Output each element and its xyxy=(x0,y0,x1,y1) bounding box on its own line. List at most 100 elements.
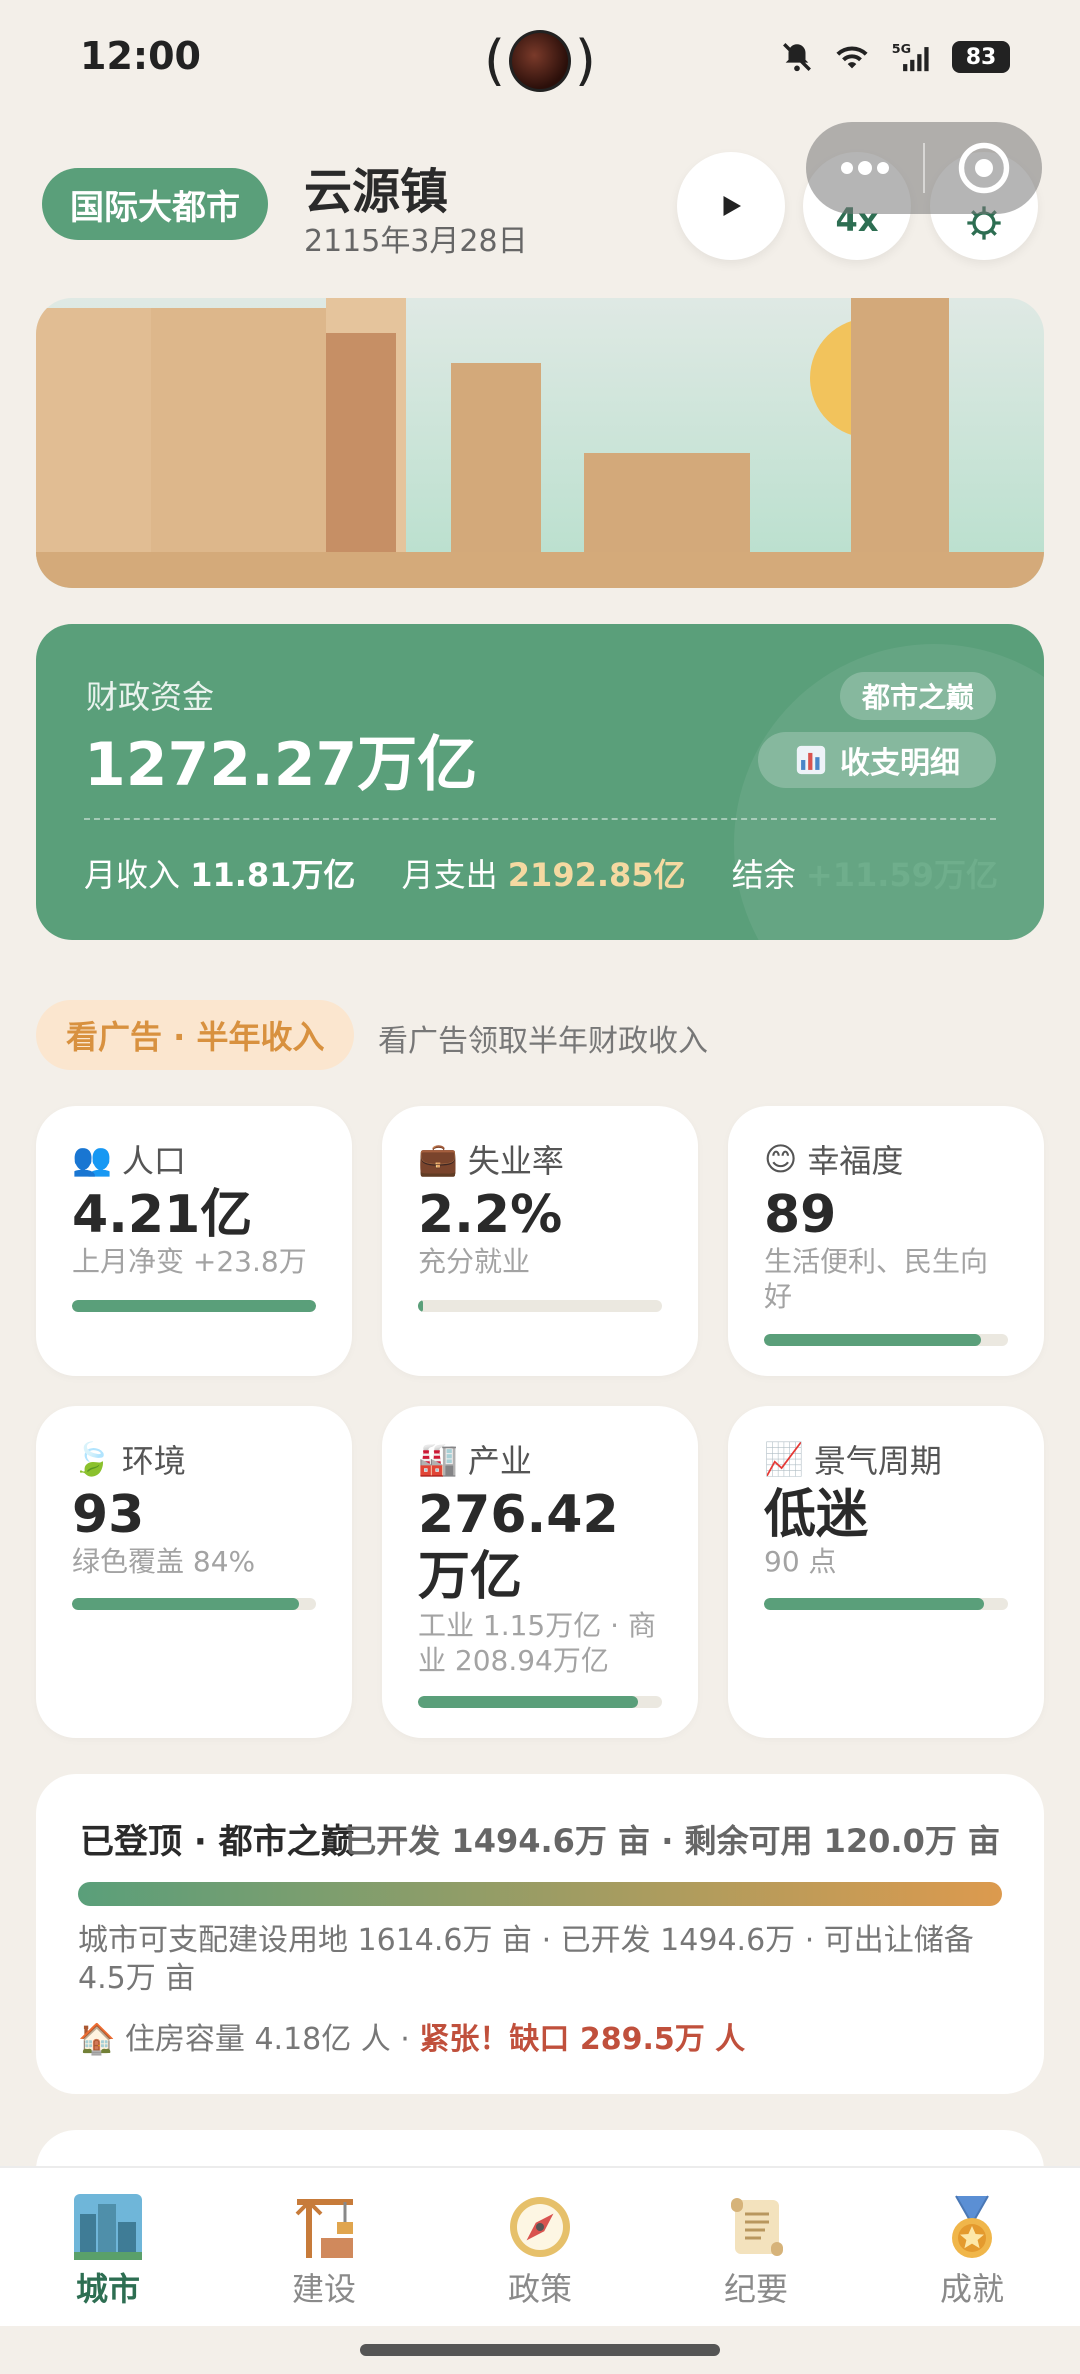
city-tier-badge: 都市之巅 xyxy=(839,672,996,720)
stat-label: 环境 xyxy=(121,1442,186,1480)
scroll-icon xyxy=(721,2194,791,2260)
people-icon: 👥 xyxy=(72,1140,112,1178)
nav-item-build[interactable]: 建设 xyxy=(216,2168,432,2326)
expense-value: 2192.85亿 xyxy=(507,856,686,894)
compass-icon xyxy=(505,2194,575,2260)
stat-value: 2.2% xyxy=(418,1185,563,1245)
camera-island: ( ) xyxy=(484,29,596,92)
bottom-navigation: 城市 建设 政策 纪要 成就 xyxy=(0,2166,1080,2326)
stat-subtext: 工业 1.15万亿 · 商业 208.94万亿 xyxy=(418,1609,656,1677)
medal-icon xyxy=(937,2194,1007,2260)
house-icon: 🏠 xyxy=(78,2022,116,2057)
chart-up-icon: 📈 xyxy=(764,1440,804,1478)
briefcase-icon: 💼 xyxy=(418,1140,458,1178)
housing-capacity: 住房容量 4.18亿 人 · xyxy=(124,2022,410,2057)
more-options-button[interactable] xyxy=(806,122,923,214)
signal-5g-icon: 5G xyxy=(892,42,929,72)
nav-label: 建设 xyxy=(291,2270,356,2308)
wifi-icon xyxy=(836,46,868,69)
bell-off-icon xyxy=(783,43,811,72)
stat-progress-bar xyxy=(72,1598,316,1610)
stat-value: 276.42万亿 xyxy=(418,1485,619,1608)
battery-indicator: 83 xyxy=(952,41,1010,73)
income-label: 月收入 xyxy=(84,856,181,894)
nav-label: 纪要 xyxy=(723,2270,788,2308)
stat-label: 景气周期 xyxy=(813,1442,942,1480)
system-icons: 5G 83 xyxy=(780,40,1010,74)
stat-card-population[interactable]: 👥 人口 4.21亿 上月净变 +23.8万 xyxy=(36,1106,352,1376)
watch-ad-description: 看广告领取半年财政收入 xyxy=(378,1024,708,1059)
stat-card-unemployment[interactable]: 💼 失业率 2.2% 充分就业 xyxy=(382,1106,698,1376)
stat-progress-bar xyxy=(764,1334,1008,1346)
factory-icon: 🏭 xyxy=(418,1440,458,1478)
surplus-value: +11.59万亿 xyxy=(805,856,998,894)
stat-card-economic-cycle[interactable]: 📈 景气周期 低迷 90 点 xyxy=(728,1406,1044,1738)
stat-value: 93 xyxy=(72,1485,145,1545)
city-icon xyxy=(73,2194,143,2260)
housing-warning: 紧张！缺口 289.5万 人 xyxy=(419,2022,746,2057)
income-expense-detail-button[interactable]: 收支明细 xyxy=(758,732,996,788)
stat-label: 幸福度 xyxy=(807,1142,904,1180)
play-icon xyxy=(723,196,741,216)
expense-label: 月支出 xyxy=(401,856,498,894)
stat-label: 人口 xyxy=(121,1142,186,1180)
stat-card-environment[interactable]: 🍃 环境 93 绿色覆盖 84% xyxy=(36,1406,352,1738)
city-name: 云源镇 xyxy=(304,164,449,220)
income-value: 11.81万亿 xyxy=(190,856,356,894)
construction-crane-icon xyxy=(289,2194,359,2260)
stat-value: 89 xyxy=(764,1185,837,1245)
nav-label: 城市 xyxy=(75,2270,140,2308)
housing-capacity-row: 🏠 住房容量 4.18亿 人 · 紧张！缺口 289.5万 人 xyxy=(78,2014,745,2058)
stat-progress-bar xyxy=(764,1598,1008,1610)
stat-card-happiness[interactable]: 😊 幸福度 89 生活便利、民生向好 xyxy=(728,1106,1044,1376)
nav-item-chronicle[interactable]: 纪要 xyxy=(648,2168,864,2326)
stat-progress-bar xyxy=(418,1696,662,1708)
status-bar: 12:00 ( ) 5G 83 xyxy=(0,0,1080,120)
finance-divider xyxy=(84,818,996,820)
stat-label: 失业率 xyxy=(467,1142,564,1180)
land-description: 城市可支配建设用地 1614.6万 亩 · 已开发 1494.6万 · 可出让储… xyxy=(78,1923,974,1997)
surplus-label: 结余 xyxy=(731,856,796,894)
status-time: 12:00 xyxy=(80,34,201,78)
svg-text:5G: 5G xyxy=(892,42,911,57)
leaf-icon: 🍃 xyxy=(72,1440,112,1478)
stat-value: 低迷 xyxy=(764,1485,869,1545)
stat-label: 产业 xyxy=(467,1442,532,1480)
stat-progress-bar xyxy=(72,1300,316,1312)
nav-item-policy[interactable]: 政策 xyxy=(432,2168,648,2326)
detail-button-label: 收支明细 xyxy=(840,746,960,781)
stat-subtext: 绿色覆盖 84% xyxy=(72,1545,256,1578)
stat-subtext: 充分就业 xyxy=(418,1245,531,1278)
nav-item-city[interactable]: 城市 xyxy=(0,2168,216,2326)
land-progress-bar xyxy=(78,1882,1002,1906)
nav-label: 政策 xyxy=(507,2270,572,2308)
land-title: 已登顶 · 都市之巅 xyxy=(80,1822,355,1862)
watch-ad-button[interactable]: 看广告 · 半年收入 xyxy=(36,1000,355,1070)
camera-icon xyxy=(509,30,571,92)
game-date: 2115年3月28日 xyxy=(304,224,528,259)
finance-amount: 1272.27万亿 xyxy=(84,730,478,800)
mini-program-capsule xyxy=(806,122,1042,214)
stat-card-industry[interactable]: 🏭 产业 276.42万亿 工业 1.15万亿 · 商业 208.94万亿 xyxy=(382,1406,698,1738)
stat-subtext: 90 点 xyxy=(764,1545,837,1578)
home-indicator[interactable] xyxy=(360,2344,720,2356)
bar-chart-icon xyxy=(796,745,826,775)
nav-item-achievements[interactable]: 成就 xyxy=(864,2168,1080,2326)
nav-label: 成就 xyxy=(939,2270,1004,2308)
more-dots-icon xyxy=(840,161,889,175)
monthly-summary-row: 月收入 11.81万亿 月支出 2192.85亿 结余 +11.59万亿 xyxy=(84,850,998,896)
land-development-card[interactable]: 已登顶 · 都市之巅 已开发 1494.6万 亩 · 剩余可用 120.0万 亩… xyxy=(36,1774,1044,2094)
finance-label: 财政资金 xyxy=(86,678,215,716)
smile-icon: 😊 xyxy=(764,1140,798,1178)
close-miniprogram-button[interactable] xyxy=(925,122,1042,214)
stat-value: 4.21亿 xyxy=(72,1185,253,1245)
stat-subtext: 上月净变 +23.8万 xyxy=(72,1245,307,1278)
finance-card: 财政资金 1272.27万亿 都市之巅 收支明细 月收入 11.81万亿 月支出… xyxy=(36,624,1044,940)
land-summary: 已开发 1494.6万 亩 · 剩余可用 120.0万 亩 xyxy=(344,1822,1000,1860)
stat-progress-bar xyxy=(418,1300,662,1312)
city-skyline-banner xyxy=(36,298,1044,588)
stat-subtext: 生活便利、民生向好 xyxy=(764,1245,989,1313)
city-rank-badge: 国际大都市 xyxy=(42,168,268,240)
target-close-icon xyxy=(958,142,1009,194)
play-button[interactable] xyxy=(677,152,785,260)
